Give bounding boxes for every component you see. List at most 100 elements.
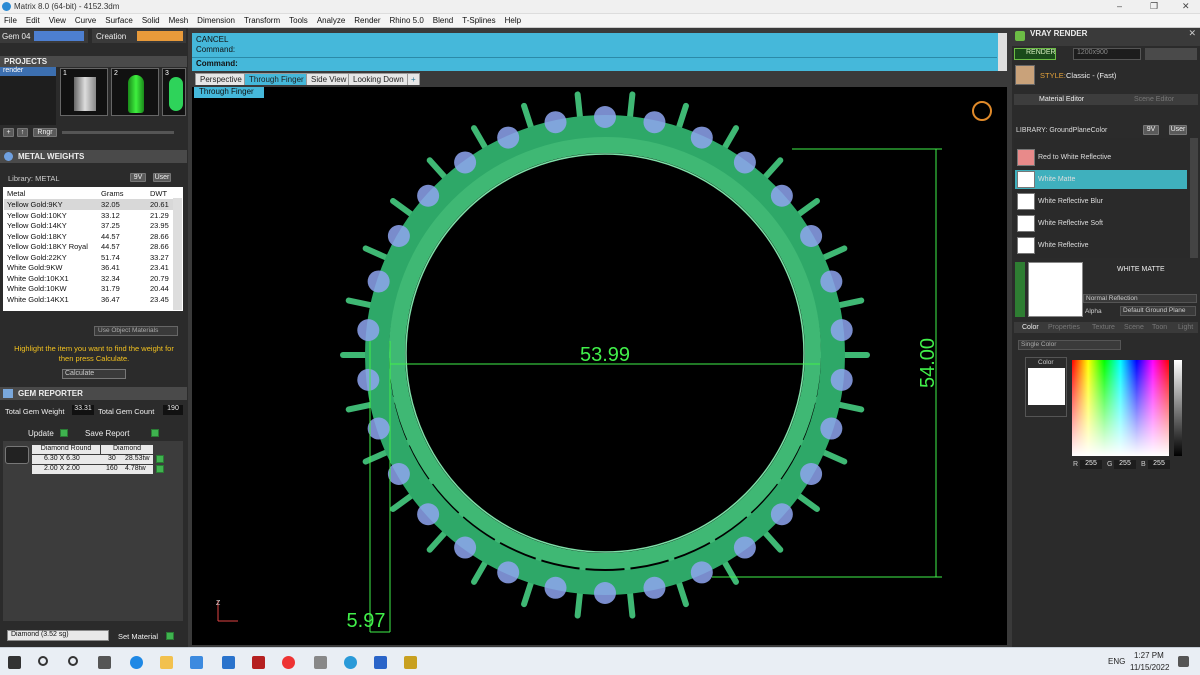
library-9v-button[interactable]: 9V: [130, 173, 146, 182]
material-item[interactable]: Red to White Reflective: [1015, 148, 1187, 167]
mail-icon[interactable]: [222, 656, 235, 669]
notifications-icon[interactable]: [1178, 656, 1189, 667]
gem-row-2-select-icon[interactable]: [156, 465, 164, 473]
menu-file[interactable]: File: [4, 16, 17, 25]
creation-tools-strip[interactable]: [137, 31, 183, 41]
vray-style-thumb[interactable]: [1015, 65, 1035, 85]
metal-row[interactable]: White Gold:9KW 36.41 23.41: [4, 262, 180, 273]
update-go-icon[interactable]: [60, 429, 68, 437]
menu-edit[interactable]: Edit: [26, 16, 40, 25]
color-swatch[interactable]: [1028, 368, 1065, 405]
save-report-button[interactable]: Save Report: [85, 429, 129, 438]
tab-through-finger[interactable]: Through Finger: [244, 73, 309, 85]
use-object-materials-toggle[interactable]: Use Object Materials: [94, 326, 178, 336]
menu-view[interactable]: View: [49, 16, 66, 25]
project-thumb-2[interactable]: 2: [111, 68, 159, 116]
menu-curve[interactable]: Curve: [75, 16, 96, 25]
clock-date[interactable]: 11/15/2022: [1130, 663, 1169, 672]
minimize-button[interactable]: –: [1117, 1, 1122, 11]
tab-scene-editor[interactable]: Scene Editor: [1134, 96, 1174, 103]
tab-perspective[interactable]: Perspective: [195, 73, 247, 85]
menu-blend[interactable]: Blend: [433, 16, 453, 25]
vray-playback-controls[interactable]: [1145, 48, 1197, 60]
matrix-app-icon[interactable]: [252, 656, 265, 669]
metal-row[interactable]: White Gold:10KW 31.79 20.44: [4, 283, 180, 294]
menu-analyze[interactable]: Analyze: [317, 16, 345, 25]
project-item-render[interactable]: render: [0, 67, 56, 76]
menu-rhino[interactable]: Rhino 5.0: [390, 16, 424, 25]
metal-row[interactable]: White Gold:14KX1 36.47 23.45: [4, 293, 180, 304]
file-explorer-icon[interactable]: [160, 656, 173, 669]
tab-material-editor[interactable]: Material Editor: [1039, 96, 1084, 103]
zoom-icon[interactable]: [374, 656, 387, 669]
metal-row[interactable]: Yellow Gold:14KY 37.25 23.95: [4, 220, 180, 231]
library-user-button[interactable]: User: [153, 173, 171, 182]
up-arrow-button[interactable]: ↑: [17, 128, 28, 137]
menu-help[interactable]: Help: [505, 16, 521, 25]
search-icon[interactable]: [38, 656, 48, 666]
metal-row[interactable]: White Gold:10KX1 32.34 20.79: [4, 272, 180, 283]
set-material-go-icon[interactable]: [166, 632, 174, 640]
cortana-icon[interactable]: [68, 656, 78, 666]
vray-close-icon[interactable]: ✕: [1188, 28, 1196, 39]
ring-view-icon[interactable]: [972, 101, 992, 121]
material-item[interactable]: White Reflective Blur: [1015, 192, 1187, 211]
thumb-size-slider[interactable]: [62, 131, 174, 134]
menu-render[interactable]: Render: [354, 16, 380, 25]
material-preview-expander[interactable]: [1015, 262, 1025, 317]
material-item[interactable]: White Reflective: [1015, 236, 1187, 255]
app-blue-icon[interactable]: [344, 656, 357, 669]
ring-button[interactable]: Rngr: [33, 128, 57, 137]
language-indicator[interactable]: ENG: [1108, 657, 1125, 666]
viewport[interactable]: Through Finger 53.99 54.00 5.97 Z: [192, 87, 1007, 645]
add-project-button[interactable]: +: [3, 128, 14, 137]
tab-toon[interactable]: Toon: [1152, 324, 1167, 331]
close-button[interactable]: ✕: [1182, 1, 1190, 12]
material-select[interactable]: Diamond (3.52 sg): [7, 630, 109, 641]
chrome-icon[interactable]: [282, 656, 295, 669]
rhino-icon[interactable]: [404, 656, 417, 669]
menu-tools[interactable]: Tools: [289, 16, 308, 25]
material-list-scrollbar[interactable]: [1190, 138, 1198, 258]
windows-start-icon[interactable]: [8, 656, 21, 669]
add-tab-button[interactable]: +: [407, 73, 420, 85]
menu-surface[interactable]: Surface: [105, 16, 133, 25]
menu-dimension[interactable]: Dimension: [197, 16, 235, 25]
material-item[interactable]: White Matte: [1015, 170, 1187, 189]
edge-icon[interactable]: [130, 656, 143, 669]
update-button[interactable]: Update: [28, 429, 54, 438]
menu-transform[interactable]: Transform: [244, 16, 280, 25]
tab-side-view[interactable]: Side View: [306, 73, 352, 85]
color-picker-field[interactable]: [1072, 360, 1169, 456]
tab-properties[interactable]: Properties: [1048, 324, 1080, 331]
metal-row[interactable]: Yellow Gold:18KY 44.57 28.66: [4, 230, 180, 241]
b-value[interactable]: 255: [1148, 460, 1170, 469]
ground-plane-select[interactable]: Default Ground Plane: [1120, 306, 1196, 316]
color-mode-select[interactable]: Single Color: [1018, 340, 1121, 350]
vray-lib-user-button[interactable]: User: [1169, 125, 1187, 135]
vray-resolution[interactable]: 1200x900: [1073, 48, 1141, 60]
menu-solid[interactable]: Solid: [142, 16, 160, 25]
metal-row[interactable]: Yellow Gold:18KY Royal 44.57 28.66: [4, 241, 180, 252]
brightness-slider[interactable]: [1174, 360, 1182, 456]
metal-table-scrollbar[interactable]: [173, 198, 182, 310]
material-type-toolbar[interactable]: [1015, 107, 1197, 123]
gem-row-1-select-icon[interactable]: [156, 455, 164, 463]
clock-time[interactable]: 1:27 PM: [1134, 651, 1164, 660]
maximize-button[interactable]: ❐: [1150, 1, 1158, 12]
tab-texture[interactable]: Texture: [1092, 324, 1115, 331]
calculate-button[interactable]: Calculate: [62, 369, 126, 379]
save-report-go-icon[interactable]: [151, 429, 159, 437]
menu-mesh[interactable]: Mesh: [169, 16, 189, 25]
vray-style-value[interactable]: Classic - (Fast): [1066, 71, 1116, 80]
store-icon[interactable]: [190, 656, 203, 669]
tab-scene[interactable]: Scene: [1124, 324, 1144, 331]
metal-row[interactable]: Yellow Gold:22KY 51.74 33.27: [4, 251, 180, 262]
gem-tools-strip[interactable]: [34, 31, 84, 41]
tab-color[interactable]: Color: [1022, 324, 1039, 331]
vray-lib-9v-button[interactable]: 9V: [1143, 125, 1159, 135]
g-value[interactable]: 255: [1114, 460, 1136, 469]
project-thumb-1[interactable]: 1: [60, 68, 108, 116]
reflection-select[interactable]: Normal Reflection: [1083, 294, 1197, 303]
project-thumb-3[interactable]: 3: [162, 68, 186, 116]
